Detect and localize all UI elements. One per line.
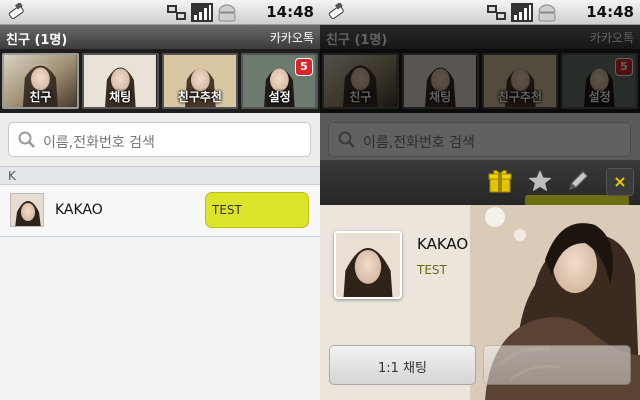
page-title: 친구 (1명) (6, 33, 68, 48)
clock: 14:48 (586, 3, 634, 21)
status-message: TEST (212, 203, 242, 217)
one-to-one-chat-button[interactable]: 1:1 채팅 (329, 345, 476, 385)
tab-label: 친구 (29, 90, 52, 104)
status-bubble-edge (525, 195, 629, 205)
network-sync-icon (487, 5, 506, 20)
close-icon[interactable]: × (606, 168, 634, 196)
friends-screen-with-profile: 14:48 친구 (1명) 카카오톡 친구 채팅 (320, 0, 640, 400)
tab-bar: 친구 채팅 친구추천 5 설정 (0, 49, 320, 113)
profile-status-message: TEST (417, 263, 447, 277)
tab-label: 채팅 (109, 90, 132, 104)
tab-label: 친구추천 (177, 90, 222, 104)
tab-settings[interactable]: 5 설정 (241, 53, 318, 109)
friends-screen: 14:48 친구 (1명) 카카오톡 친구 채팅 친구추천 5 설정 이름,전화… (0, 0, 320, 400)
profile-action-bar: × (320, 160, 640, 205)
network-sync-icon (167, 5, 186, 20)
signal-icon (511, 3, 533, 22)
search-bar: 이름,전화번호 검색 (0, 113, 320, 166)
status-message-bubble: TEST (205, 192, 309, 228)
list-empty-area (0, 237, 320, 400)
section-header: K (0, 166, 320, 185)
star-icon[interactable] (526, 167, 554, 195)
notification-badge: 5 (295, 58, 313, 76)
section-letter: K (8, 169, 16, 183)
chat-button-label: 1:1 채팅 (378, 361, 427, 376)
tab-chats[interactable]: 채팅 (81, 53, 159, 109)
android-icon (218, 4, 236, 22)
search-input[interactable]: 이름,전화번호 검색 (8, 122, 311, 157)
search-placeholder: 이름,전화번호 검색 (43, 135, 155, 151)
status-bar: 14:48 (320, 0, 640, 25)
profile-card: KAKAO TEST 1:1 채팅 (320, 205, 640, 400)
profile-name: KAKAO (417, 235, 469, 253)
friend-name: KAKAO (55, 202, 103, 218)
profile-photo-icon (11, 194, 43, 226)
usb-icon (328, 3, 344, 20)
usb-icon (8, 3, 24, 20)
app-brand: 카카오톡 (269, 31, 314, 45)
status-bar: 14:48 (0, 0, 320, 25)
tab-friends[interactable]: 친구 (2, 53, 79, 109)
clock: 14:48 (266, 3, 314, 21)
list-item[interactable]: KAKAO TEST (0, 185, 320, 237)
search-icon (18, 131, 35, 148)
tab-recommend[interactable]: 친구추천 (161, 53, 239, 109)
profile-photo-icon (336, 233, 400, 297)
avatar[interactable] (334, 231, 402, 299)
title-bar: 친구 (1명) 카카오톡 (0, 25, 320, 49)
pencil-icon[interactable] (564, 167, 592, 195)
avatar (10, 193, 44, 227)
secondary-action-button[interactable] (483, 345, 631, 385)
android-icon (538, 4, 556, 22)
gift-icon[interactable] (486, 167, 514, 195)
signal-icon (191, 3, 213, 22)
tab-label: 설정 (268, 90, 291, 104)
